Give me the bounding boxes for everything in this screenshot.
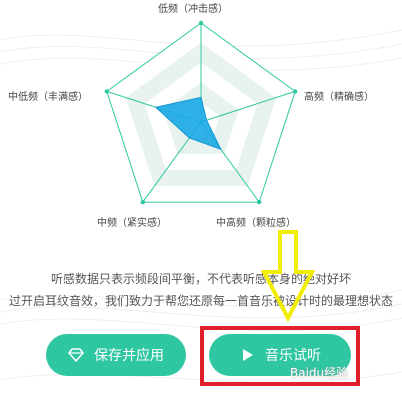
radar-vertex-dot (140, 199, 146, 205)
music-trial-label: 音乐试听 (265, 348, 321, 364)
axis-label-mid-high: 中高频（颗粒感） (216, 218, 296, 229)
axis-label-mid: 中频（紧实感） (97, 218, 167, 229)
radar-vertex-dot (256, 199, 262, 205)
diamond-icon (68, 348, 84, 363)
description-line-2: 过开启耳纹音效，我们致力于帮您还原每一首音乐被设计时的最理想状态 (8, 294, 393, 308)
radar-vertex-dot (198, 20, 204, 26)
axis-label-high: 高频（精确感） (304, 92, 374, 103)
save-and-apply-label: 保存并应用 (94, 348, 164, 364)
description-line-1: 听感数据只表示频段间平衡，不代表听感本身的绝对好坏 (50, 272, 351, 286)
save-and-apply-button[interactable]: 保存并应用 (46, 334, 186, 376)
radar-vertex-dot (104, 89, 110, 94)
radar-vertex-dot (292, 89, 298, 94)
axis-label-mid-low: 中低频（丰满感） (8, 92, 88, 103)
watermark-text: Baidu经验 (290, 366, 349, 380)
axis-label-low: 低频（冲击感） (158, 4, 228, 15)
play-icon (243, 349, 253, 361)
radar-chart (104, 20, 298, 205)
